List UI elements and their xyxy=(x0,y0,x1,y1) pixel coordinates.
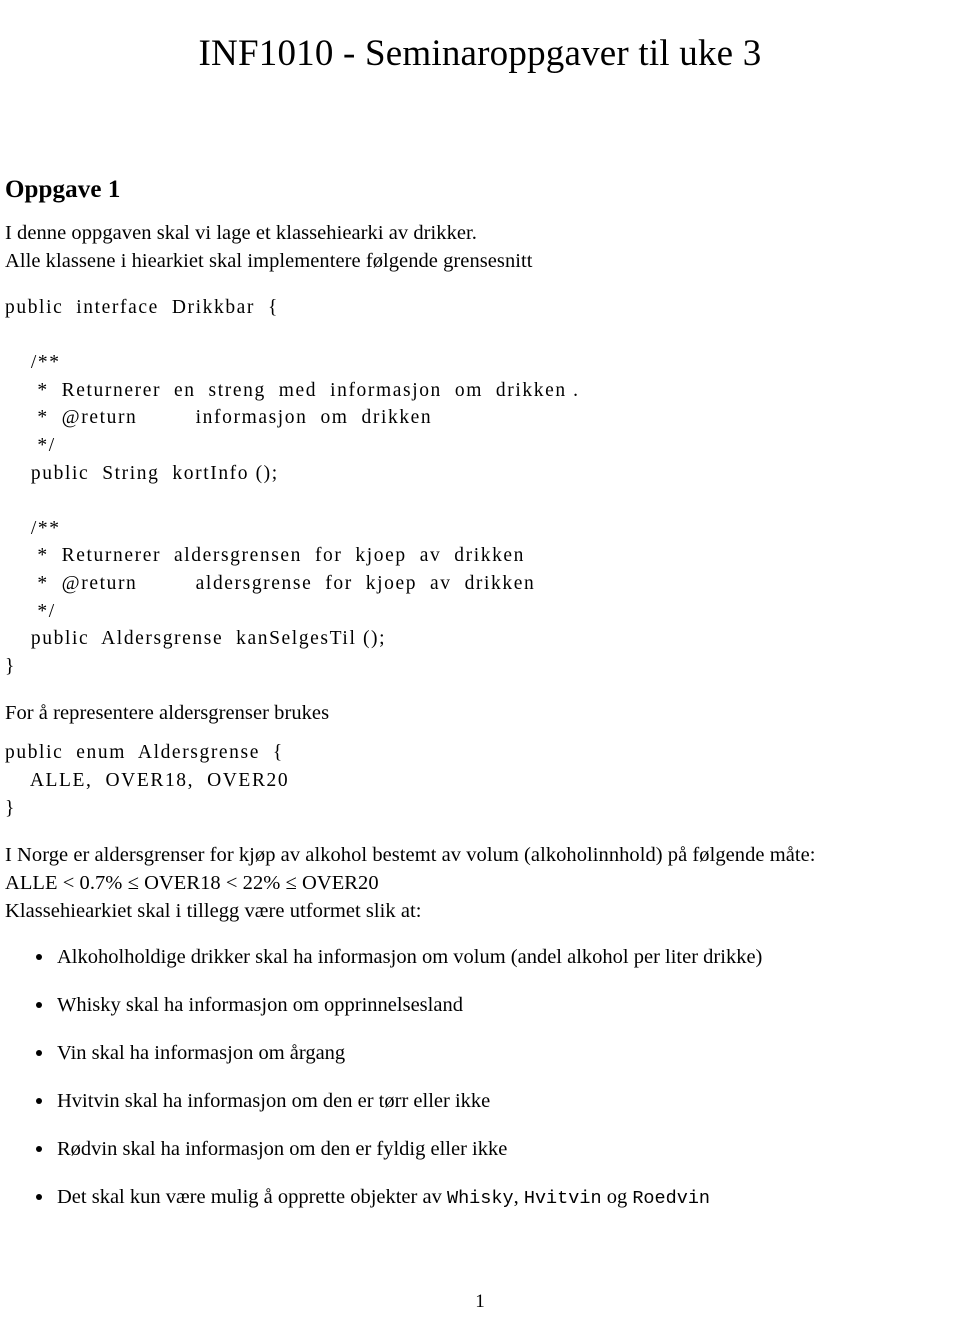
list-item-label: Alkoholholdige drikker skal ha informasj… xyxy=(57,946,763,969)
requirements-list: Alkoholholdige drikker skal ha informasj… xyxy=(5,943,955,1213)
intro-paragraph-line-2: Alle klassene i hiearkiet skal implement… xyxy=(5,250,533,272)
code-line: * @return aldersgrense for kjoep av drik… xyxy=(5,572,536,594)
code-line: * Returnerer aldersgrensen for kjoep av … xyxy=(5,545,526,567)
bullet-dot-icon xyxy=(36,1002,42,1009)
list-item-label: Det skal kun være mulig å opprette objek… xyxy=(57,1186,447,1209)
rules-line-3: Klassehiearkiet skal i tillegg være utfo… xyxy=(5,900,422,923)
page-number: 1 xyxy=(475,1291,485,1312)
list-item-label: og xyxy=(601,1186,633,1209)
bullet-dot-icon xyxy=(36,1194,42,1201)
code-line: * @return informasjon om drikken xyxy=(5,407,433,429)
code-line: public String kortInfo (); xyxy=(5,462,279,484)
rules-line-1: I Norge er aldersgrenser for kjøp av alk… xyxy=(5,844,816,867)
section-heading-oppgave-1: Oppgave 1 xyxy=(5,176,121,203)
code-line: public Aldersgrense kanSelgesTil (); xyxy=(5,628,387,650)
code-line: * Returnerer en streng med informasjon o… xyxy=(5,379,580,401)
list-item: Vin skal ha informasjon om årgang xyxy=(5,1039,955,1067)
class-name-code: Whisky xyxy=(446,1188,514,1210)
bullet-dot-icon xyxy=(36,954,42,961)
document-body: Oppgave 1 I denne oppgaven skal vi lage … xyxy=(5,175,955,1233)
enum-intro-paragraph: For å representere aldersgrenser brukes xyxy=(5,702,330,725)
bullet-dot-icon xyxy=(36,1098,42,1105)
code-line: } xyxy=(5,797,16,819)
code-line: */ xyxy=(5,600,56,622)
list-item: Hvitvin skal ha informasjon om den er tø… xyxy=(5,1087,955,1115)
code-line: public interface Drikkbar { xyxy=(5,297,279,318)
code-line: ALLE, OVER18, OVER20 xyxy=(5,769,290,791)
code-line: /** xyxy=(5,517,61,539)
bullet-dot-icon xyxy=(36,1050,42,1057)
class-name-code: Roedvin xyxy=(632,1188,711,1210)
code-listing-aldersgrense-enum: public enum Aldersgrense { ALLE, OVER18,… xyxy=(5,739,955,822)
list-item-label: , xyxy=(513,1186,524,1209)
code-listing-drikkbar-interface: public interface Drikkbar { /** * Return… xyxy=(5,294,955,680)
list-item: Whisky skal ha informasjon om opprinnels… xyxy=(5,991,955,1019)
rules-line-2: ALLE < 0.7% ≤ OVER18 < 22% ≤ OVER20 xyxy=(5,872,379,895)
list-item-label: Vin skal ha informasjon om årgang xyxy=(57,1042,346,1065)
bullet-dot-icon xyxy=(36,1146,42,1153)
code-line: */ xyxy=(5,434,56,456)
list-item-label: Hvitvin skal ha informasjon om den er tø… xyxy=(57,1090,491,1113)
document-page: INF1010 - Seminaroppgaver til uke 3 Oppg… xyxy=(0,0,960,1337)
list-item: Alkoholholdige drikker skal ha informasj… xyxy=(5,943,955,971)
intro-paragraph-line-1: I denne oppgaven skal vi lage et klasseh… xyxy=(5,222,477,244)
page-title: INF1010 - Seminaroppgaver til uke 3 xyxy=(198,32,762,74)
code-line: public enum Aldersgrense { xyxy=(5,742,284,764)
code-line: /** xyxy=(5,352,61,374)
code-line: } xyxy=(5,655,16,677)
class-name-code: Hvitvin xyxy=(523,1188,602,1210)
list-item: Rødvin skal ha informasjon om den er fyl… xyxy=(5,1135,955,1163)
list-item-label: Rødvin skal ha informasjon om den er fyl… xyxy=(57,1138,508,1161)
list-item-label: Whisky skal ha informasjon om opprinnels… xyxy=(57,994,463,1017)
list-item: Det skal kun være mulig å opprette objek… xyxy=(5,1183,955,1213)
